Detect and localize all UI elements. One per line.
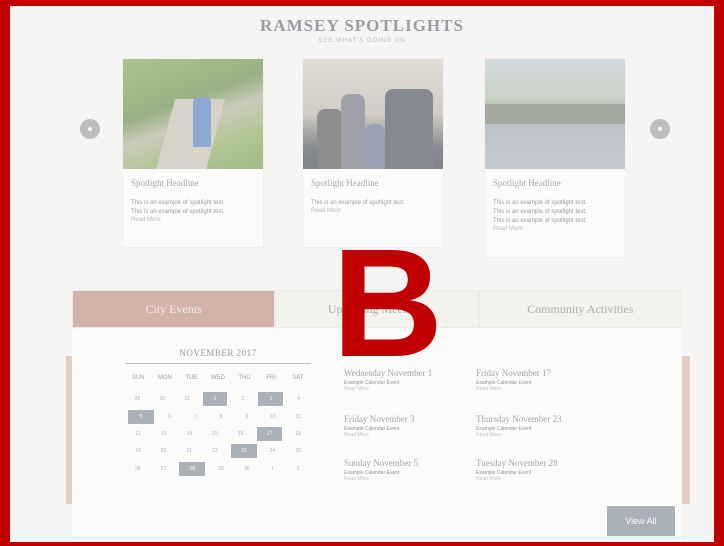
spotlight-text: This is an example of spotlight text. xyxy=(131,209,225,215)
calendar-day-event[interactable]: 5 xyxy=(128,410,154,424)
event-date: Friday November 3 xyxy=(344,414,415,424)
event-item[interactable]: Sunday November 5 Example Calendar Event… xyxy=(344,458,484,482)
spotlight-text: This is an example of spotlight text. xyxy=(493,209,587,215)
calendar-day-event[interactable]: 1 xyxy=(202,392,228,406)
read-more-link[interactable]: Read More xyxy=(123,217,263,223)
calendar-day[interactable]: 30 xyxy=(234,462,260,476)
calendar-day[interactable]: 22 xyxy=(202,444,228,458)
calendar-day[interactable]: 14 xyxy=(176,427,202,441)
calendar-day-event[interactable]: 28 xyxy=(179,462,206,476)
calendar-month: NOVEMBER 2017 xyxy=(179,348,257,358)
calendar-day-event[interactable]: 23 xyxy=(230,444,257,458)
calendar-day[interactable]: 12 xyxy=(125,427,151,441)
boy-on-path-photo xyxy=(123,59,263,169)
calendar-week: 5 6 7 8 9 10 11 xyxy=(125,410,311,424)
read-more-link[interactable]: Read More xyxy=(344,432,484,438)
calendar-day[interactable]: 27 xyxy=(151,462,177,476)
calendar-day[interactable]: 2 xyxy=(230,392,255,406)
spotlight-card[interactable]: Spotlight Headline This is an example of… xyxy=(122,58,264,248)
page-subtitle: SEE WHAT'S GOING ON xyxy=(318,38,406,44)
event-item[interactable]: Friday November 17 Example Calendar Even… xyxy=(476,368,616,392)
calendar-week: 26 27 28 29 30 1 2 xyxy=(125,462,311,476)
calendar-day[interactable]: 18 xyxy=(285,427,311,441)
calendar-day[interactable]: 31 xyxy=(175,392,200,406)
family-with-officer-photo xyxy=(303,59,443,169)
calendar-week: 29 30 31 1 2 3 4 xyxy=(125,392,311,406)
page-frame: RAMSEY SPOTLIGHTS SEE WHAT'S GOING ON Sp… xyxy=(10,6,714,542)
event-item[interactable]: Thursday November 23 Example Calendar Ev… xyxy=(476,414,616,438)
calendar-day[interactable]: 2 xyxy=(285,462,311,476)
calendar-day[interactable]: 10 xyxy=(260,410,286,424)
calendar-day[interactable]: 29 xyxy=(208,462,234,476)
read-more-link[interactable]: Read More xyxy=(476,476,616,482)
tab-community-activities[interactable]: Community Activities xyxy=(478,290,682,328)
event-item[interactable]: Tuesday November 28 Example Calendar Eve… xyxy=(476,458,616,482)
spotlight-text: This is an example of spotlight text. xyxy=(493,218,587,224)
spotlight-text: This is an example of spotlight text. xyxy=(311,200,405,206)
weekday-label: SAT xyxy=(292,375,304,381)
carousel-next-button[interactable] xyxy=(650,119,670,139)
read-more-link[interactable]: Read More xyxy=(344,476,484,482)
calendar-day[interactable]: 13 xyxy=(151,427,177,441)
calendar-day-event[interactable]: 17 xyxy=(256,427,283,441)
weekday-label: WED xyxy=(211,375,226,381)
weekday-label: MON xyxy=(157,375,172,381)
read-more-link[interactable]: Read More xyxy=(303,208,443,214)
park-fountain-photo xyxy=(485,59,625,169)
weekday-label: TUE xyxy=(185,375,198,381)
calendar-day[interactable]: 15 xyxy=(202,427,228,441)
event-date: Sunday November 5 xyxy=(344,458,418,468)
page-title: RAMSEY SPOTLIGHTS xyxy=(260,16,464,35)
calendar-day[interactable]: 8 xyxy=(208,410,234,424)
calendar-day[interactable]: 4 xyxy=(286,392,311,406)
view-all-button[interactable]: View All xyxy=(607,506,675,536)
spotlight-headline: Spotlight Headline xyxy=(311,178,379,188)
weekday-label: THU xyxy=(238,375,251,381)
calendar-day-event[interactable]: 3 xyxy=(258,392,284,406)
calendar-week: 19 20 21 22 23 24 25 xyxy=(125,444,311,458)
weekday-label: FRI xyxy=(266,375,277,381)
spotlight-card[interactable]: Spotlight Headline This is an example of… xyxy=(484,58,626,258)
read-more-link[interactable]: Read More xyxy=(476,432,616,438)
event-date: Friday November 17 xyxy=(476,368,551,378)
calendar-day[interactable]: 6 xyxy=(157,410,183,424)
calendar-day[interactable]: 25 xyxy=(285,444,311,458)
event-date: Thursday November 23 xyxy=(476,414,562,424)
event-item[interactable]: Friday November 3 Example Calendar Event… xyxy=(344,414,484,438)
calendar-day[interactable]: 19 xyxy=(125,444,151,458)
calendar-day[interactable]: 24 xyxy=(260,444,286,458)
weekday-label: SUN xyxy=(131,375,145,381)
calendar-day[interactable]: 20 xyxy=(151,444,177,458)
calendar-week: 12 13 14 15 16 17 18 xyxy=(125,427,311,441)
tab-city-events[interactable]: City Events xyxy=(72,290,276,328)
spotlights-header: RAMSEY SPOTLIGHTS SEE WHAT'S GOING ON xyxy=(10,16,714,44)
spotlight-headline: Spotlight Headline xyxy=(493,178,561,188)
event-date: Tuesday November 28 xyxy=(476,458,558,468)
calendar-day[interactable]: 9 xyxy=(234,410,260,424)
carousel-prev-button[interactable] xyxy=(80,119,100,139)
option-letter-badge: B xyxy=(332,217,444,389)
calendar-day[interactable]: 11 xyxy=(285,410,311,424)
calendar-day[interactable]: 7 xyxy=(182,410,208,424)
calendar-day[interactable]: 29 xyxy=(125,392,150,406)
calendar-day[interactable]: 21 xyxy=(176,444,202,458)
calendar-weekdays: SUN MON TUE WED THU FRI SAT xyxy=(125,375,311,381)
calendar-day[interactable]: 26 xyxy=(125,462,151,476)
spotlight-headline: Spotlight Headline xyxy=(131,178,199,188)
spotlight-text: This is an example of spotlight text. xyxy=(131,200,225,206)
read-more-link[interactable]: Read More xyxy=(476,386,616,392)
divider xyxy=(125,363,311,364)
read-more-link[interactable]: Read More xyxy=(485,226,625,232)
calendar-day[interactable]: 1 xyxy=(260,462,286,476)
calendar-day[interactable]: 30 xyxy=(150,392,175,406)
spotlight-text: This is an example of spotlight text. xyxy=(493,200,587,206)
calendar-day[interactable]: 16 xyxy=(228,427,254,441)
